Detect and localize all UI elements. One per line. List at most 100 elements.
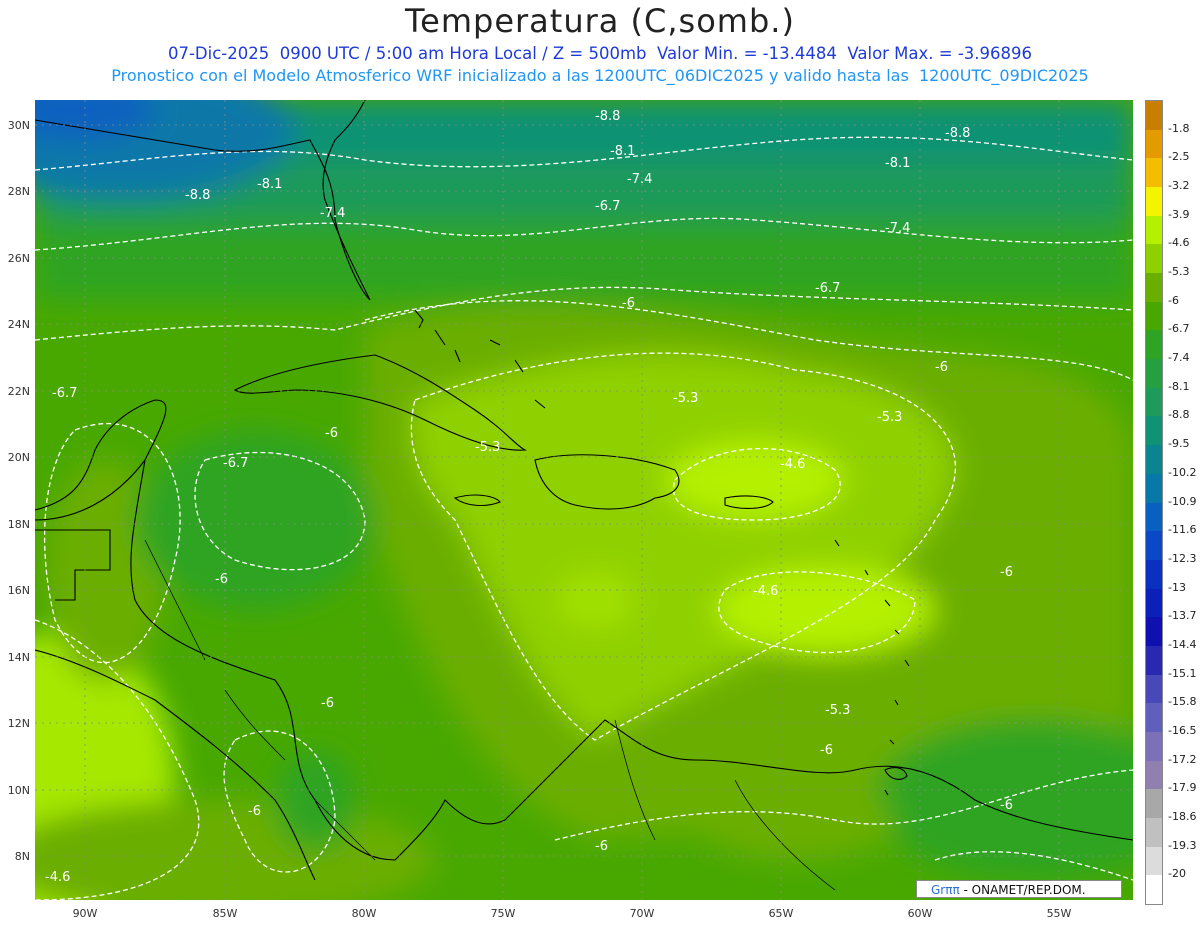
colorbar-label: -15.1 [1168, 666, 1197, 680]
lat-label: 18N [8, 518, 30, 531]
contour-label: -7.4 [885, 221, 910, 236]
contour-label: -6 [215, 572, 228, 587]
colorbar-swatch [1146, 244, 1162, 274]
colorbar-swatch [1146, 330, 1162, 360]
contour-label: -6 [321, 696, 334, 711]
latitude-axis: 30N 28N 26N 24N 22N 20N 18N 16N 14N 12N … [8, 119, 30, 863]
colorbar-swatch [1146, 301, 1162, 331]
colorbar-label: -3.2 [1168, 179, 1190, 193]
colorbar-swatch [1146, 445, 1162, 475]
lon-label: 55W [1047, 907, 1072, 920]
contour-label: -8.8 [595, 109, 620, 124]
lat-label: 14N [8, 651, 30, 664]
colorbar-swatch [1146, 760, 1162, 790]
colorbar-label: -18.6 [1168, 809, 1197, 823]
colorbar-label: -10.9 [1168, 494, 1197, 508]
colorbar-label: -13 [1168, 580, 1186, 594]
colorbar-label: -8.1 [1168, 379, 1190, 393]
colorbar-label: -4.6 [1168, 236, 1190, 250]
colorbar-label: -14.4 [1168, 637, 1197, 651]
colorbar-swatch [1146, 101, 1162, 131]
colorbar-label: -5.3 [1168, 265, 1190, 279]
map-canvas: -8.8 -8.8 -8.1 -8.1 -8.1 -8.8 -7.4 -6.7 … [35, 100, 1133, 900]
colorbar-swatch [1146, 387, 1162, 417]
colorbar-label: -2.5 [1168, 150, 1190, 164]
contour-label: -6.7 [815, 281, 840, 296]
contour-label: -8.1 [257, 177, 282, 192]
colorbar-label: -12.3 [1168, 551, 1197, 565]
contour-label: -6.7 [52, 386, 77, 401]
valid-time-subtitle: 07-Dic-2025 0900 UTC / 5:00 am Hora Loca… [167, 44, 1033, 63]
contour-label: -8.8 [185, 188, 210, 203]
lat-label: 20N [8, 451, 30, 464]
lon-label: 80W [352, 907, 377, 920]
colorbar-swatch [1146, 273, 1162, 303]
colorbar-label: -10.2 [1168, 465, 1197, 479]
credit-text: - ONAMET/REP.DOM. [963, 883, 1086, 897]
contour-label: -5.3 [877, 410, 902, 425]
colorbar-swatch [1146, 359, 1162, 389]
colorbar-swatch [1146, 215, 1162, 245]
contour-label: -6 [622, 296, 635, 311]
colorbar-swatch [1146, 158, 1162, 188]
contour-label: -6.7 [223, 456, 248, 471]
colorbar-swatch [1146, 703, 1162, 733]
lon-label: 60W [908, 907, 933, 920]
colorbar-label: -3.9 [1168, 207, 1190, 221]
lat-label: 26N [8, 252, 30, 265]
contour-label: -4.6 [45, 870, 70, 885]
contour-label: -6.7 [595, 199, 620, 214]
lon-label: 85W [213, 907, 238, 920]
contour-label: -6 [248, 804, 261, 819]
colorbar-swatch [1146, 187, 1162, 217]
colorbar-swatch [1146, 588, 1162, 618]
colorbar-swatch [1146, 473, 1162, 503]
colorbar-swatch [1146, 846, 1162, 876]
colorbar [1145, 100, 1163, 905]
contour-label: -7.4 [627, 172, 652, 187]
lon-label: 65W [769, 907, 794, 920]
colorbar-swatch [1146, 531, 1162, 561]
colorbar-label: -17.2 [1168, 752, 1197, 766]
lat-label: 10N [8, 784, 30, 797]
colorbar-swatch [1146, 559, 1162, 590]
contour-label: -6 [935, 360, 948, 375]
lat-label: 16N [8, 584, 30, 597]
colorbar-label: -20 [1168, 867, 1186, 881]
lon-label: 75W [491, 907, 516, 920]
colorbar-label: -11.6 [1168, 523, 1197, 537]
lon-label: 90W [73, 907, 98, 920]
model-run-subtitle: Pronostico con el Modelo Atmosferico WRF… [111, 66, 1089, 85]
contour-label: -6 [325, 426, 338, 441]
colorbar-swatch [1146, 817, 1162, 848]
colorbar-label: -17.9 [1168, 781, 1197, 795]
colorbar-swatch [1146, 617, 1162, 647]
contour-label: -8.1 [885, 156, 910, 171]
colorbar-label: -6.7 [1168, 322, 1190, 336]
contour-label: -4.6 [780, 457, 805, 472]
contour-label: -6 [820, 743, 833, 758]
map-title: Temperatura (C,somb.) [405, 2, 795, 40]
colorbar-swatch [1146, 789, 1162, 819]
lat-label: 22N [8, 385, 30, 398]
credit-box: Grππ - ONAMET/REP.DOM. [916, 880, 1122, 898]
colorbar-swatch [1146, 416, 1162, 446]
colorbar-swatch [1146, 731, 1162, 762]
colorbar-label: -7.4 [1168, 351, 1190, 365]
colorbar-label: -9.5 [1168, 437, 1190, 451]
lat-label: 8N [15, 850, 30, 863]
colorbar-swatch [1146, 674, 1162, 704]
temperature-map: -8.8 -8.8 -8.1 -8.1 -8.1 -8.8 -7.4 -6.7 … [35, 100, 1133, 900]
colorbar-swatch [1146, 875, 1162, 905]
lat-label: 30N [8, 119, 30, 132]
lat-label: 24N [8, 318, 30, 331]
colorbar-label: -6 [1168, 293, 1179, 307]
contour-label: -5.3 [825, 703, 850, 718]
colorbar-swatch [1146, 645, 1162, 676]
contour-label: -6 [595, 839, 608, 854]
lon-label: 70W [630, 907, 655, 920]
contour-label: -5.3 [673, 391, 698, 406]
contour-label: -6 [1000, 565, 1013, 580]
colorbar-label: -13.7 [1168, 609, 1197, 623]
longitude-axis: 90W 85W 80W 75W 70W 65W 60W 55W [73, 907, 1072, 920]
